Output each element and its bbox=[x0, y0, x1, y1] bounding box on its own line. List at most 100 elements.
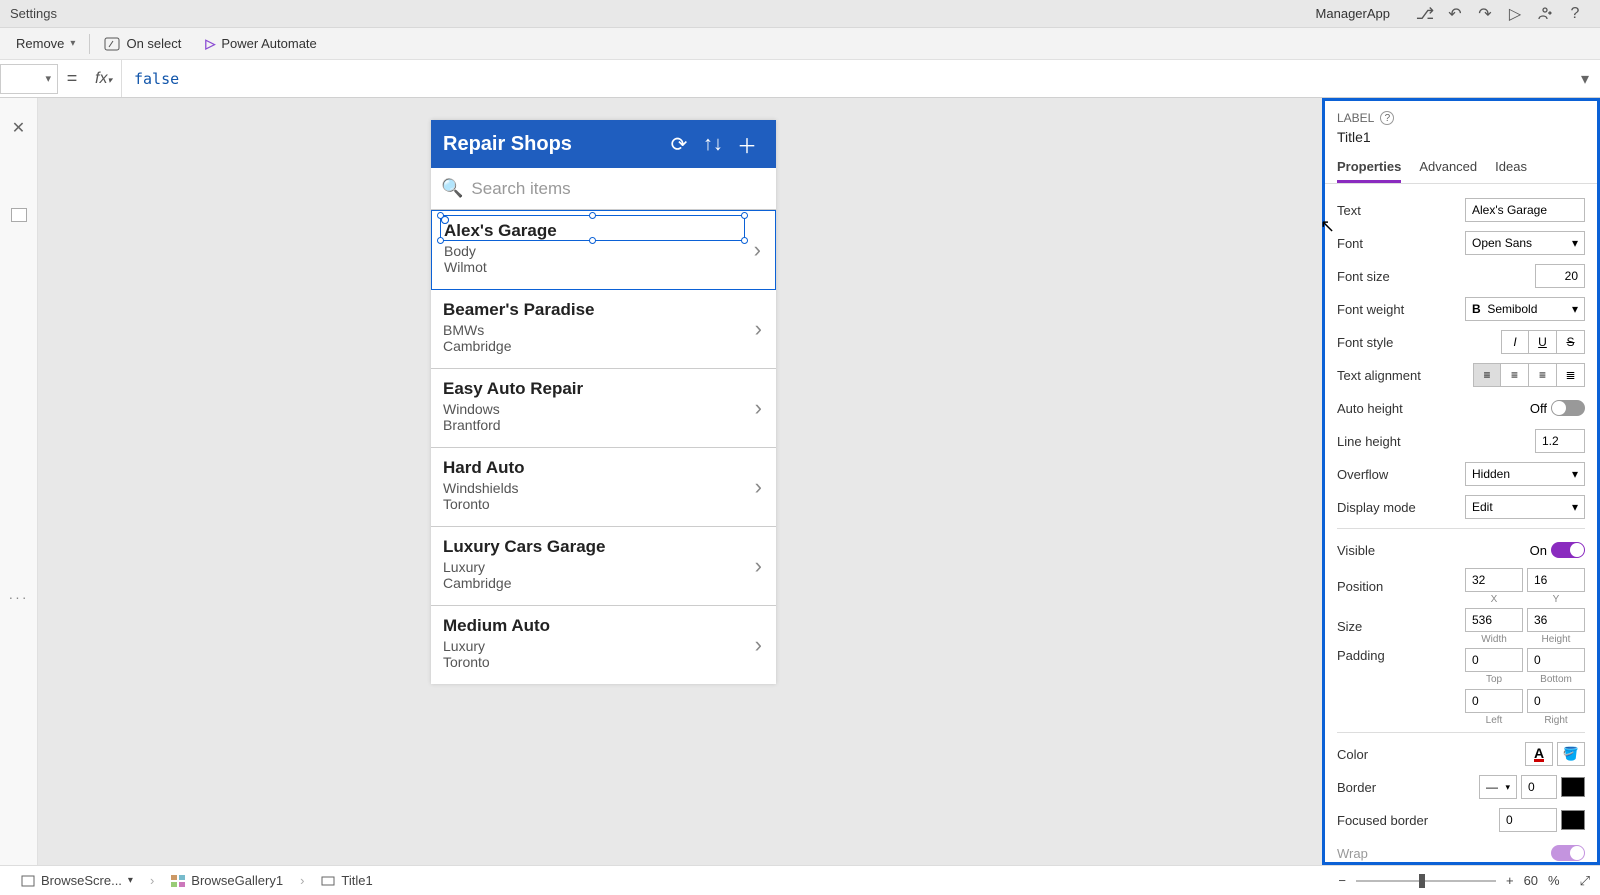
help-info-icon[interactable]: ? bbox=[1380, 111, 1394, 125]
chevron-down-icon: ▾ bbox=[70, 38, 75, 49]
chevron-right-icon[interactable]: › bbox=[755, 474, 762, 500]
canvas-area[interactable]: Repair Shops ⟳ ↑↓ ＋ 🔍 Search items Alex'… bbox=[38, 98, 1322, 865]
font-select[interactable]: Open Sans▾ bbox=[1465, 231, 1585, 255]
item-location: Cambridge bbox=[443, 575, 764, 591]
wrap-toggle[interactable] bbox=[1551, 845, 1585, 861]
zoom-in-button[interactable]: + bbox=[1506, 873, 1514, 888]
pos-x-input[interactable] bbox=[1465, 568, 1523, 592]
crumb3-label: Title1 bbox=[341, 873, 372, 888]
item-title[interactable]: Alex's Garage bbox=[444, 221, 557, 241]
breadcrumb-control[interactable]: Title1 bbox=[310, 870, 383, 891]
border-width-input[interactable] bbox=[1521, 775, 1557, 799]
pad-top-input[interactable] bbox=[1465, 648, 1523, 672]
autoheight-toggle[interactable] bbox=[1551, 400, 1585, 416]
left-rail: ✕ ··· bbox=[0, 98, 38, 865]
align-center-button[interactable]: ≡ bbox=[1501, 363, 1529, 387]
border-color-swatch[interactable] bbox=[1561, 777, 1585, 797]
screen-thumbnail[interactable] bbox=[11, 208, 27, 222]
align-left-button[interactable]: ≡ bbox=[1473, 363, 1501, 387]
chevron-right-icon[interactable]: › bbox=[754, 237, 761, 263]
pad-bottom-input[interactable] bbox=[1527, 648, 1585, 672]
prop-label-fontweight: Font weight bbox=[1337, 302, 1459, 317]
width-input[interactable] bbox=[1465, 608, 1523, 632]
onselect-button[interactable]: On select bbox=[94, 32, 191, 55]
displaymode-select[interactable]: Edit▾ bbox=[1465, 495, 1585, 519]
align-justify-button[interactable]: ≣ bbox=[1557, 363, 1585, 387]
height-input[interactable] bbox=[1527, 608, 1585, 632]
font-color-button[interactable]: A bbox=[1525, 742, 1553, 766]
search-box[interactable]: 🔍 Search items bbox=[431, 168, 776, 210]
tab-ideas[interactable]: Ideas bbox=[1495, 159, 1527, 183]
undo-icon[interactable]: ↶ bbox=[1440, 2, 1470, 26]
tab-properties[interactable]: Properties bbox=[1337, 159, 1401, 183]
pos-y-input[interactable] bbox=[1527, 568, 1585, 592]
underline-button[interactable]: U bbox=[1529, 330, 1557, 354]
chevron-right-icon[interactable]: › bbox=[755, 316, 762, 342]
refresh-icon[interactable]: ⟳ bbox=[662, 132, 696, 157]
prop-label-lineheight: Line height bbox=[1337, 434, 1529, 449]
gallery-icon bbox=[171, 875, 185, 887]
prop-label-visible: Visible bbox=[1337, 543, 1524, 558]
t-label: Top bbox=[1486, 674, 1502, 685]
focusedborder-width-input[interactable] bbox=[1499, 808, 1557, 832]
redo-icon[interactable]: ↷ bbox=[1470, 2, 1500, 26]
prop-label-fontstyle: Font style bbox=[1337, 335, 1495, 350]
list-item[interactable]: Beamer's Paradise BMWs Cambridge › bbox=[431, 290, 776, 369]
item-title: Medium Auto bbox=[443, 616, 764, 636]
fontweight-select[interactable]: B Semibold▾ bbox=[1465, 297, 1585, 321]
fontsize-input[interactable] bbox=[1535, 264, 1585, 288]
align-right-button[interactable]: ≡ bbox=[1529, 363, 1557, 387]
expand-formula-icon[interactable]: ▾ bbox=[1570, 69, 1600, 89]
strike-button[interactable]: S bbox=[1557, 330, 1585, 354]
prop-label-fontsize: Font size bbox=[1337, 269, 1529, 284]
italic-button[interactable]: I bbox=[1501, 330, 1529, 354]
pad-right-input[interactable] bbox=[1527, 689, 1585, 713]
focusedborder-color-swatch[interactable] bbox=[1561, 810, 1585, 830]
list-item[interactable]: Easy Auto Repair Windows Brantford › bbox=[431, 369, 776, 448]
breadcrumb-gallery[interactable]: BrowseGallery1 bbox=[160, 870, 294, 891]
pad-left-input[interactable] bbox=[1465, 689, 1523, 713]
breadcrumb-screen[interactable]: BrowseScre... ▾ bbox=[10, 870, 144, 891]
label-icon bbox=[321, 875, 335, 887]
prop-label-focusedborder: Focused border bbox=[1337, 813, 1493, 828]
help-icon[interactable]: ? bbox=[1560, 2, 1590, 26]
list-item[interactable]: Luxury Cars Garage Luxury Cambridge › bbox=[431, 527, 776, 606]
list-item[interactable]: Medium Auto Luxury Toronto › bbox=[431, 606, 776, 684]
source-control-icon[interactable]: ⎇ bbox=[1410, 2, 1440, 26]
h-label: Height bbox=[1542, 634, 1571, 645]
zoom-out-button[interactable]: − bbox=[1338, 873, 1346, 888]
text-input[interactable] bbox=[1465, 198, 1585, 222]
item-subtitle: Windshields bbox=[443, 480, 764, 496]
power-automate-button[interactable]: ▷ Power Automate bbox=[195, 32, 326, 56]
onselect-label: On select bbox=[126, 36, 181, 51]
list-item[interactable]: Alex's Garage Body Wilmot › bbox=[431, 210, 776, 290]
fullscreen-icon[interactable]: ⤢ bbox=[1580, 873, 1590, 889]
prop-label-textalign: Text alignment bbox=[1337, 368, 1467, 383]
remove-button[interactable]: Remove ▾ bbox=[6, 32, 85, 55]
item-location: Toronto bbox=[443, 496, 764, 512]
crumb2-label: BrowseGallery1 bbox=[191, 873, 283, 888]
chevron-right-icon[interactable]: › bbox=[755, 553, 762, 579]
zoom-slider[interactable] bbox=[1356, 880, 1496, 882]
list-item[interactable]: Hard Auto Windshields Toronto › bbox=[431, 448, 776, 527]
sort-icon[interactable]: ↑↓ bbox=[696, 133, 730, 156]
property-selector[interactable]: ▾ bbox=[0, 64, 58, 94]
border-style-select[interactable]: —▾ bbox=[1479, 775, 1517, 799]
chevron-right-icon[interactable]: › bbox=[755, 395, 762, 421]
search-placeholder: Search items bbox=[471, 179, 570, 199]
fill-color-button[interactable]: 🪣 bbox=[1557, 742, 1585, 766]
formula-input[interactable]: false bbox=[122, 70, 1570, 88]
more-icon[interactable]: ··· bbox=[9, 589, 29, 605]
overflow-select[interactable]: Hidden▾ bbox=[1465, 462, 1585, 486]
add-icon[interactable]: ＋ bbox=[730, 130, 764, 159]
tab-advanced[interactable]: Advanced bbox=[1419, 159, 1477, 183]
lineheight-input[interactable] bbox=[1535, 429, 1585, 453]
chevron-right-icon[interactable]: › bbox=[755, 632, 762, 658]
fx-icon[interactable]: fx▾ bbox=[86, 60, 122, 97]
visible-toggle[interactable] bbox=[1551, 542, 1585, 558]
share-icon[interactable] bbox=[1530, 2, 1560, 26]
b-label: Bottom bbox=[1540, 674, 1572, 685]
play-icon[interactable]: ▷ bbox=[1500, 2, 1530, 26]
y-label: Y bbox=[1553, 594, 1560, 605]
close-icon[interactable]: ✕ bbox=[12, 118, 25, 138]
